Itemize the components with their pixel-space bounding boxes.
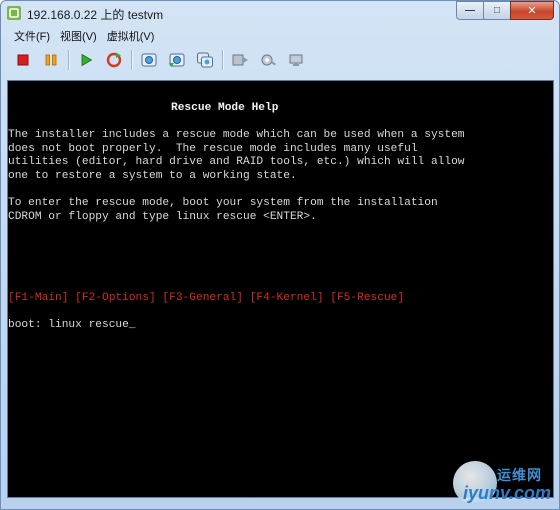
- window-controls: — □ ✕: [456, 1, 554, 20]
- reset-button[interactable]: [100, 47, 128, 73]
- connect-device-icon: [232, 54, 248, 66]
- watermark-domain: iyunv.com: [463, 483, 552, 503]
- minimize-button[interactable]: —: [456, 1, 483, 20]
- vmware-app-icon: [7, 6, 21, 20]
- console-line: The installer includes a rescue mode whi…: [8, 129, 465, 141]
- toolbar: [9, 47, 310, 73]
- revert-snapshot-icon: [169, 53, 185, 67]
- network-icon: [289, 54, 303, 66]
- manage-snapshots-button[interactable]: [191, 47, 219, 73]
- console-line: one to restore a system to a working sta…: [8, 169, 297, 182]
- pause-icon: [45, 54, 57, 66]
- snapshot-button[interactable]: [135, 47, 163, 73]
- console-title: Rescue Mode Help: [171, 102, 279, 114]
- console-line: does not boot properly. The rescue mode …: [8, 142, 418, 155]
- manage-snapshots-icon: [197, 52, 213, 68]
- menu-vm[interactable]: 虚拟机(V): [102, 29, 160, 45]
- menu-file[interactable]: 文件(F): [9, 29, 55, 45]
- watermark-site-name: 运维网: [497, 467, 542, 483]
- window-title: 192.168.0.22 上的 testvm: [27, 8, 164, 22]
- snapshot-icon: [141, 53, 157, 67]
- close-button[interactable]: ✕: [510, 1, 554, 20]
- settings-button[interactable]: [254, 47, 282, 73]
- maximize-button[interactable]: □: [483, 1, 510, 20]
- reset-icon: [106, 52, 122, 68]
- network-button[interactable]: [282, 47, 310, 73]
- toolbar-separator: [131, 50, 132, 70]
- toolbar-separator: [222, 50, 223, 70]
- function-key-menu: [F1-Main] [F2-Options] [F3-General] [F4-…: [8, 292, 405, 304]
- vm-console-window: 192.168.0.22 上的 testvm — □ ✕ 文件(F) 视图(V)…: [0, 0, 560, 510]
- settings-icon: [261, 54, 277, 66]
- vm-console-screen[interactable]: Rescue Mode Help The installer includes …: [7, 80, 554, 498]
- play-icon: [81, 53, 93, 67]
- title-bar[interactable]: 192.168.0.22 上的 testvm — □ ✕: [1, 1, 559, 25]
- pause-button[interactable]: [37, 47, 65, 73]
- stop-icon: [17, 54, 29, 66]
- boot-prompt[interactable]: boot: linux rescue_: [8, 319, 136, 332]
- watermark: 运维网 iyunv.com: [453, 461, 559, 509]
- menu-view[interactable]: 视图(V): [55, 29, 102, 45]
- menu-bar: 文件(F) 视图(V) 虚拟机(V): [9, 29, 159, 45]
- console-line: utilities (editor, hard drive and RAID t…: [8, 156, 465, 168]
- revert-snapshot-button[interactable]: [163, 47, 191, 73]
- play-button[interactable]: [72, 47, 100, 73]
- connect-device-button[interactable]: [226, 47, 254, 73]
- console-line: CDROM or floppy and type linux rescue <E…: [8, 210, 317, 223]
- stop-button[interactable]: [9, 47, 37, 73]
- toolbar-separator: [68, 50, 69, 70]
- console-line: To enter the rescue mode, boot your syst…: [8, 197, 438, 209]
